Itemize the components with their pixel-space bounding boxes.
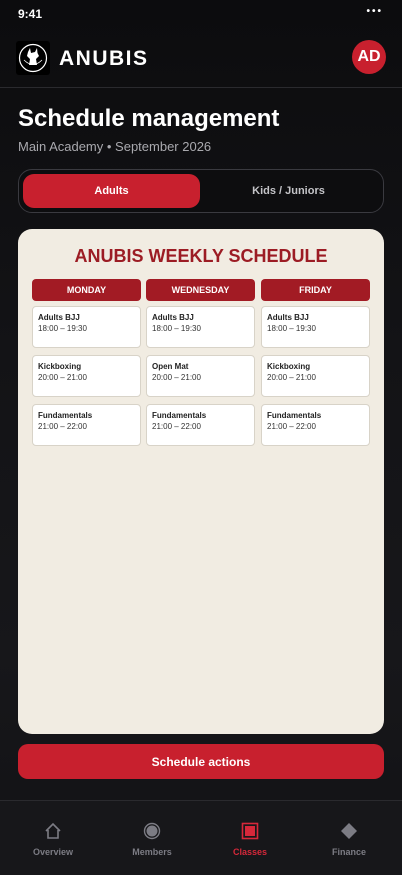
class-time: 21:00 – 22:00 xyxy=(152,422,201,431)
class-name: Kickboxing xyxy=(38,362,82,371)
class-time: 20:00 – 21:00 xyxy=(267,373,316,382)
bottom-nav: Overview Members Classes Finance xyxy=(0,800,402,875)
avatar[interactable]: AD xyxy=(352,40,386,74)
schedule-actions-button[interactable]: Schedule actions xyxy=(18,744,384,779)
schedule-column-monday: MONDAY Adults BJJ 18:00 – 19:30 Kickboxi… xyxy=(32,279,141,453)
class-slot[interactable]: Fundamentals 21:00 – 22:00 xyxy=(146,404,255,446)
page-subtitle: Main Academy • September 2026 xyxy=(18,139,212,154)
brand-name: ANUBIS xyxy=(59,47,149,70)
class-time: 18:00 – 19:30 xyxy=(267,324,316,333)
nav-label: Members xyxy=(132,847,172,857)
app-header: ANUBIS AD xyxy=(0,38,402,78)
class-time: 18:00 – 19:30 xyxy=(152,324,201,333)
day-header: WEDNESDAY xyxy=(146,279,255,301)
nav-label: Finance xyxy=(331,847,366,857)
nav-item-finance[interactable]: Finance xyxy=(299,801,399,875)
nav-item-classes[interactable]: Classes xyxy=(200,801,300,875)
header-divider xyxy=(0,87,402,88)
class-slot[interactable]: Kickboxing 20:00 – 21:00 xyxy=(261,355,370,397)
class-slot[interactable]: Kickboxing 20:00 – 21:00 xyxy=(32,355,141,397)
class-name: Adults BJJ xyxy=(38,313,80,322)
members-icon xyxy=(143,822,161,840)
classes-icon xyxy=(241,822,259,840)
class-slot[interactable]: Fundamentals 21:00 – 22:00 xyxy=(261,404,370,446)
status-bar: 9:41 ••• xyxy=(0,0,402,28)
class-name: Kickboxing xyxy=(267,362,311,371)
day-header: MONDAY xyxy=(32,279,141,301)
nav-item-members[interactable]: Members xyxy=(102,801,202,875)
class-name: Fundamentals xyxy=(38,411,93,420)
class-slot[interactable]: Adults BJJ 18:00 – 19:30 xyxy=(146,306,255,348)
nav-label: Overview xyxy=(32,847,74,857)
anubis-logo xyxy=(16,41,50,75)
audience-tabs: Adults Kids / Juniors xyxy=(18,169,384,213)
schedule-title: ANUBIS WEEKLY SCHEDULE xyxy=(74,246,328,266)
nav-item-overview[interactable]: Overview xyxy=(3,801,103,875)
class-name: Fundamentals xyxy=(267,411,322,420)
day-header: FRIDAY xyxy=(261,279,370,301)
class-name: Open Mat xyxy=(152,362,189,371)
class-name: Fundamentals xyxy=(152,411,207,420)
finance-icon xyxy=(341,823,357,839)
class-slot[interactable]: Adults BJJ 18:00 – 19:30 xyxy=(32,306,141,348)
class-time: 20:00 – 21:00 xyxy=(38,373,87,382)
weekly-schedule-card: ANUBIS WEEKLY SCHEDULE MONDAY Adults BJJ… xyxy=(18,229,384,734)
status-time: 9:41 xyxy=(18,7,43,21)
class-slot[interactable]: Open Mat 20:00 – 21:00 xyxy=(146,355,255,397)
home-icon xyxy=(45,822,61,839)
class-slot[interactable]: Fundamentals 21:00 – 22:00 xyxy=(32,404,141,446)
schedule-column-wednesday: WEDNESDAY Adults BJJ 18:00 – 19:30 Open … xyxy=(146,279,255,453)
class-time: 21:00 – 22:00 xyxy=(267,422,316,431)
class-time: 20:00 – 21:00 xyxy=(152,373,201,382)
tab-kids-juniors[interactable]: Kids / Juniors xyxy=(200,174,377,208)
class-slot[interactable]: Adults BJJ 18:00 – 19:30 xyxy=(261,306,370,348)
schedule-column-friday: FRIDAY Adults BJJ 18:00 – 19:30 Kickboxi… xyxy=(261,279,370,453)
class-time: 21:00 – 22:00 xyxy=(38,422,87,431)
page-title: Schedule management xyxy=(18,105,280,132)
class-name: Adults BJJ xyxy=(152,313,194,322)
status-menu-dots[interactable]: ••• xyxy=(366,6,383,17)
class-time: 18:00 – 19:30 xyxy=(38,324,87,333)
class-name: Adults BJJ xyxy=(267,313,309,322)
nav-label: Classes xyxy=(232,847,268,857)
anubis-logo-emblem xyxy=(18,43,48,73)
tab-adults[interactable]: Adults xyxy=(23,174,200,208)
